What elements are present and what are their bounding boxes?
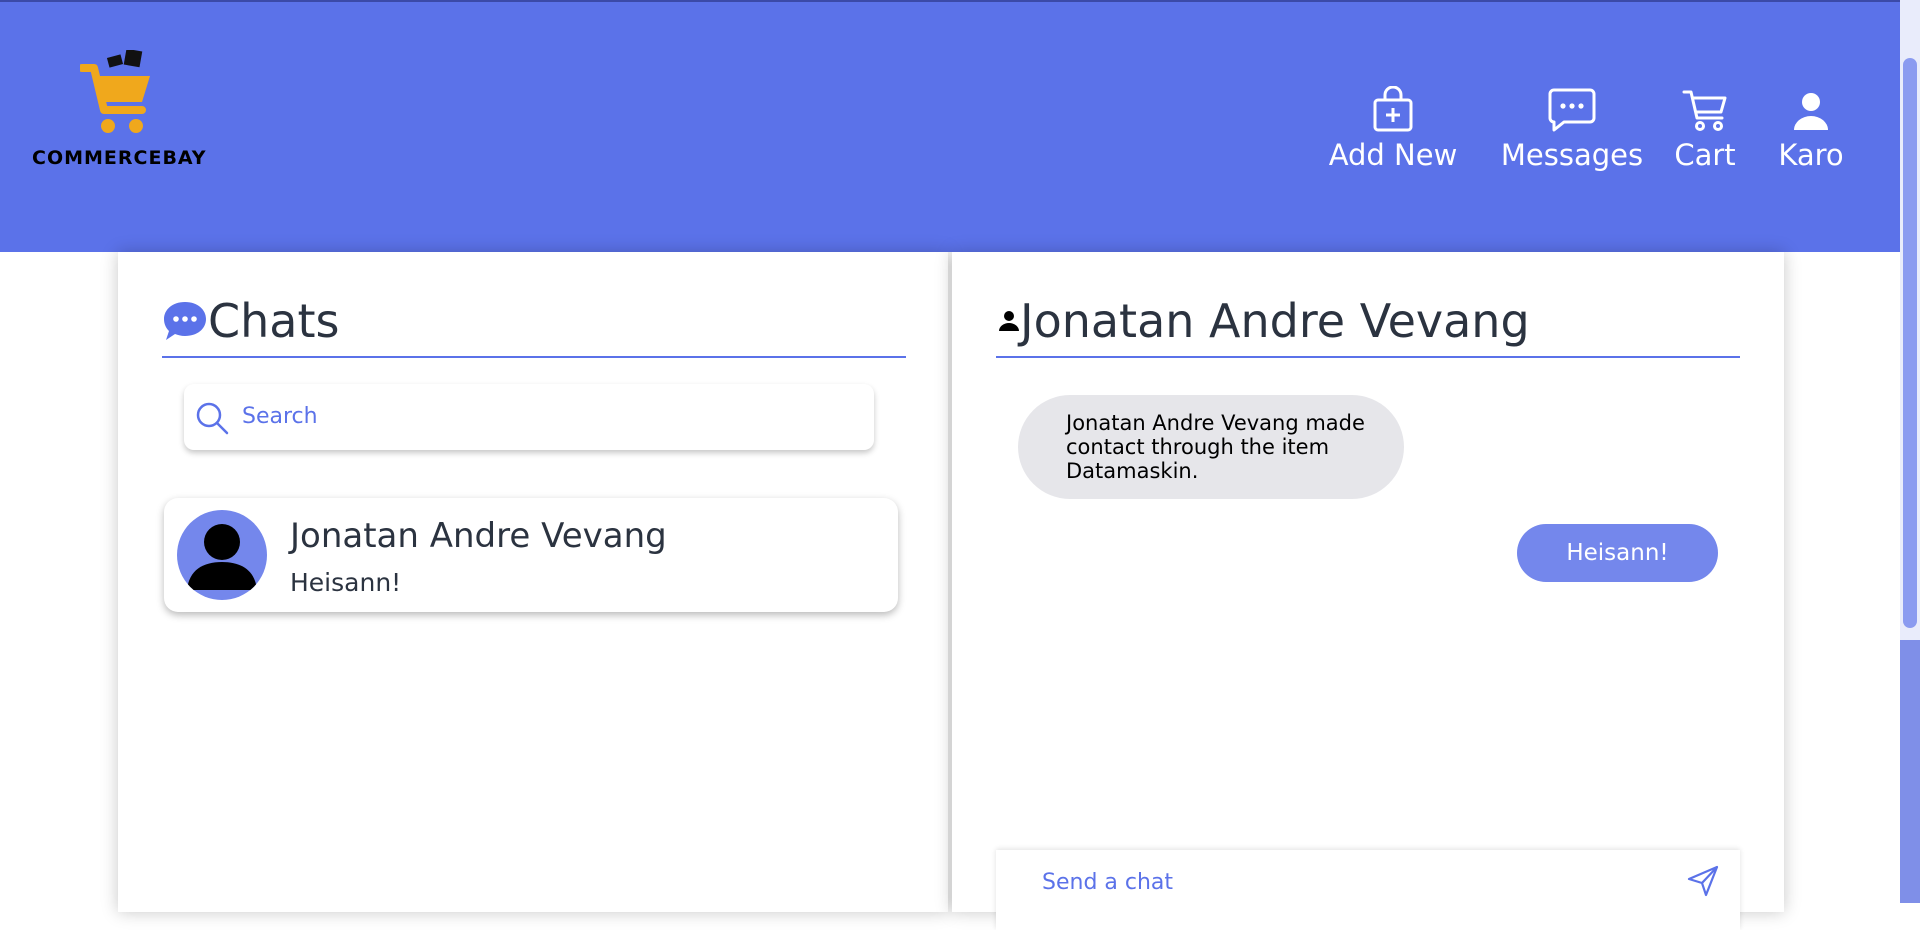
person-icon [1766,80,1856,132]
site-header: COMMERCEBAY Add New Messages Cart Karo [0,2,1900,252]
chats-divider [162,356,906,358]
scrollbar-track [1900,640,1920,903]
search-box[interactable]: Search [184,384,874,450]
chats-header: Chats [162,294,339,348]
message-input[interactable]: Send a chat [1042,870,1173,895]
chat-last-message: Heisann! [290,568,402,597]
nav-messages-label: Messages [1500,138,1644,172]
conversation-panel: Jonatan Andre Vevang Jonatan Andre Vevan… [952,252,1784,930]
cart-icon [1665,80,1745,132]
nav-user[interactable]: Karo [1766,80,1856,172]
nav-add-new[interactable]: Add New [1323,80,1463,172]
send-icon[interactable] [1686,864,1720,898]
bag-plus-icon [1323,80,1463,132]
chat-contact-name: Jonatan Andre Vevang [290,516,667,556]
logo[interactable]: COMMERCEBAY [30,50,215,175]
nav-cart[interactable]: Cart [1665,80,1745,172]
compose-bar: Send a chat [996,850,1740,930]
person-icon [999,311,1019,331]
avatar [177,510,267,600]
cart-logo-icon [80,50,150,133]
conversation-header: Jonatan Andre Vevang [998,294,1530,348]
message-outgoing: Heisann! [1517,524,1718,582]
nav-add-new-label: Add New [1328,138,1458,172]
conversation-title: Jonatan Andre Vevang [1020,294,1530,348]
conversation-divider [996,356,1740,358]
search-icon [196,402,229,435]
page-scrollbar[interactable] [1900,0,1920,903]
message-incoming: Jonatan Andre Vevang made contact throug… [1018,395,1404,499]
chat-list-item[interactable]: Jonatan Andre Vevang Heisann! [164,498,898,612]
brand-name: COMMERCEBAY [32,147,207,169]
chat-dots-icon [1497,80,1647,132]
nav-cart-label: Cart [1674,138,1736,172]
chats-panel: Chats Search Jonatan Andre Vevang Heisan… [118,252,948,912]
nav-messages[interactable]: Messages [1497,80,1647,172]
chats-title: Chats [208,294,340,348]
search-input[interactable]: Search [242,404,318,429]
scrollbar-thumb[interactable] [1903,58,1917,628]
nav-user-label: Karo [1778,138,1844,172]
person-icon [187,524,257,590]
chat-bubble-icon [164,302,206,340]
